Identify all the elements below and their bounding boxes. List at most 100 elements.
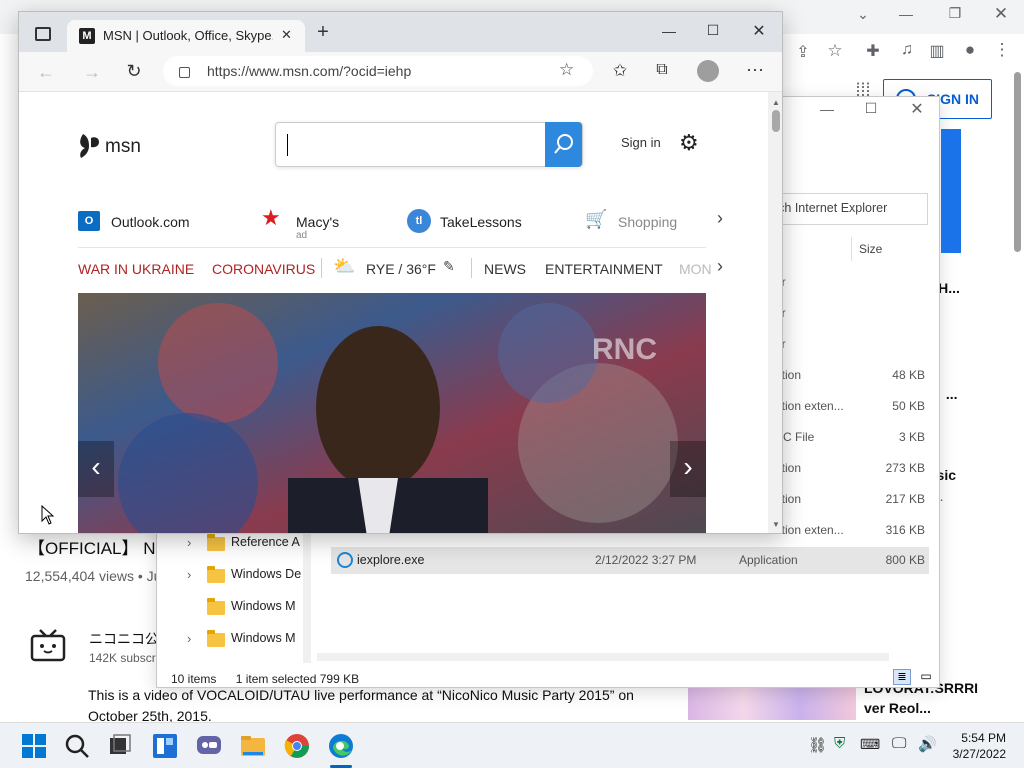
list-horizontal-scrollbar[interactable] — [317, 653, 889, 661]
profile-icon[interactable] — [697, 60, 719, 82]
collections-icon[interactable]: ⧉ — [651, 61, 673, 79]
close-icon[interactable]: ✕ — [749, 21, 769, 41]
explorer-close-icon[interactable]: ✕ — [907, 99, 927, 119]
security-shield-icon[interactable]: ⛨ — [834, 735, 845, 752]
browser-tab[interactable]: M MSN | Outlook, Office, Skype, Bin ✕ — [67, 20, 305, 52]
file-row[interactable]: er — [775, 337, 925, 357]
channel-name[interactable]: ニコニコ公 — [89, 629, 159, 649]
tree-scrollbar[interactable] — [303, 527, 311, 663]
chrome-menu-icon[interactable]: ⋮ — [992, 40, 1012, 60]
forward-icon[interactable]: → — [81, 62, 103, 83]
file-row[interactable]: ation exten... 316 KB — [775, 523, 925, 543]
refresh-icon[interactable]: ↻ — [123, 61, 145, 82]
widgets-icon[interactable] — [151, 732, 179, 760]
teams-chat-icon[interactable] — [195, 732, 223, 760]
extensions-icon[interactable]: ✚ — [862, 41, 884, 61]
network-icon[interactable]: ⛓ — [808, 736, 827, 754]
task-view-icon[interactable] — [106, 732, 134, 760]
nav-news[interactable]: NEWS — [484, 261, 526, 277]
quick-link-shopping[interactable]: Shopping — [618, 214, 677, 230]
scroll-down-icon[interactable]: ▼ — [772, 520, 780, 529]
maximize-icon[interactable]: ☐ — [703, 22, 723, 39]
scrollbar-thumb[interactable] — [772, 110, 780, 132]
display-icon[interactable]: 🖵 — [892, 735, 906, 752]
file-row[interactable]: ation 273 KB — [775, 461, 925, 481]
text-cursor — [287, 134, 288, 156]
edit-pencil-icon[interactable]: ✎ — [443, 258, 455, 275]
msn-sign-in-link[interactable]: Sign in — [621, 135, 661, 150]
channel-avatar-icon[interactable] — [30, 628, 66, 664]
nav-coronavirus[interactable]: CORONAVIRUS — [212, 261, 315, 277]
side-video-title[interactable]: ver Reol... — [864, 698, 931, 718]
carousel-prev-button[interactable]: ‹ — [78, 441, 114, 497]
share-icon[interactable]: ⇪ — [792, 42, 814, 62]
explorer-search-input[interactable]: rch Internet Explorer — [773, 193, 928, 225]
msn-search-input[interactable] — [275, 122, 583, 167]
restore-icon[interactable]: ❐ — [944, 5, 966, 22]
quick-link-takelessons[interactable]: TakeLessons — [440, 214, 522, 230]
back-icon[interactable]: ← — [35, 62, 57, 83]
start-windows-icon[interactable] — [20, 732, 48, 760]
chevron-right-icon[interactable]: › — [187, 535, 191, 550]
new-tab-icon[interactable]: + — [313, 21, 333, 44]
sidepanel-icon[interactable]: ▥ — [926, 41, 948, 61]
search-icon[interactable] — [63, 732, 91, 760]
file-row[interactable]: ation 217 KB — [775, 492, 925, 512]
weather-location[interactable]: RYE / 36°F — [366, 261, 436, 277]
column-header-size[interactable]: Size — [859, 242, 882, 256]
nav-more[interactable]: MON — [679, 261, 712, 277]
tab-search-icon[interactable]: ⌄ — [852, 6, 874, 23]
quick-link-macys[interactable]: Macy's — [296, 214, 339, 230]
edge-icon[interactable] — [327, 732, 355, 760]
chevron-right-icon[interactable]: › — [187, 567, 191, 582]
close-icon[interactable]: ✕ — [990, 4, 1012, 24]
quick-link-outlook[interactable]: Outlook.com — [111, 214, 190, 230]
chevron-right-icon[interactable]: › — [717, 256, 723, 277]
details-view-icon[interactable]: ≣ — [893, 669, 911, 685]
scroll-up-icon[interactable]: ▲ — [772, 98, 780, 107]
address-bar[interactable]: https://www.msn.com/?ocid=iehp ☆ — [163, 56, 593, 86]
side-video-thumbnail[interactable] — [688, 688, 856, 720]
edge-vertical-scrollbar[interactable]: ▲ ▼ — [768, 92, 782, 533]
selected-file-row[interactable]: iexplore.exe 2/12/2022 3:27 PM Applicati… — [331, 547, 929, 574]
gear-icon[interactable]: ⚙ — [679, 130, 699, 156]
explorer-minimize-icon[interactable]: — — [817, 101, 837, 117]
settings-more-icon[interactable]: ··· — [743, 59, 767, 80]
file-row[interactable]: er — [775, 306, 925, 326]
nav-entertainment[interactable]: ENTERTAINMENT — [545, 261, 663, 277]
page-scrollbar[interactable] — [1014, 72, 1021, 252]
carousel-next-button[interactable]: › — [670, 441, 706, 497]
profile-icon[interactable]: ● — [958, 40, 982, 60]
tab-actions-icon[interactable] — [35, 27, 51, 41]
media-icon[interactable]: ♫ — [896, 41, 918, 59]
tab-close-icon[interactable]: ✕ — [281, 27, 292, 43]
chevron-right-icon[interactable]: › — [187, 631, 191, 646]
file-size: 50 KB — [892, 399, 925, 413]
add-favorite-icon[interactable]: ☆ — [559, 60, 574, 80]
msn-logo-text[interactable]: msn — [105, 136, 141, 158]
search-button[interactable] — [545, 122, 582, 167]
chrome-icon[interactable] — [283, 732, 311, 760]
chevron-right-icon[interactable]: › — [717, 208, 723, 229]
nav-war-in-ukraine[interactable]: WAR IN UKRAINE — [78, 261, 194, 277]
bookmark-star-icon[interactable]: ☆ — [824, 41, 846, 61]
outlook-icon: O — [78, 211, 100, 231]
hero-image[interactable]: RNC ‹ › — [78, 293, 706, 533]
explorer-maximize-icon[interactable]: ☐ — [861, 100, 881, 117]
volume-icon[interactable]: 🔊 — [918, 735, 937, 753]
favorites-icon[interactable]: ✩ — [609, 61, 631, 81]
file-row[interactable]: ation 48 KB — [775, 368, 925, 388]
clock[interactable]: 5:54 PM 3/27/2022 — [948, 730, 1006, 762]
file-row[interactable]: ation exten... 50 KB — [775, 399, 925, 419]
tiles-view-icon[interactable]: ▭ — [917, 669, 935, 685]
minimize-icon[interactable]: — — [895, 6, 917, 22]
file-row[interactable]: er — [775, 275, 925, 295]
file-explorer-icon[interactable] — [239, 732, 267, 760]
clock-time: 5:54 PM — [961, 731, 1006, 745]
keyboard-icon[interactable]: ⌨ — [860, 736, 880, 753]
tab-title: MSN | Outlook, Office, Skype, Bin — [103, 28, 273, 43]
minimize-icon[interactable]: — — [659, 23, 679, 39]
column-divider[interactable] — [851, 237, 852, 261]
file-row[interactable]: SC File 3 KB — [775, 430, 925, 450]
mouse-cursor-icon — [41, 505, 55, 525]
